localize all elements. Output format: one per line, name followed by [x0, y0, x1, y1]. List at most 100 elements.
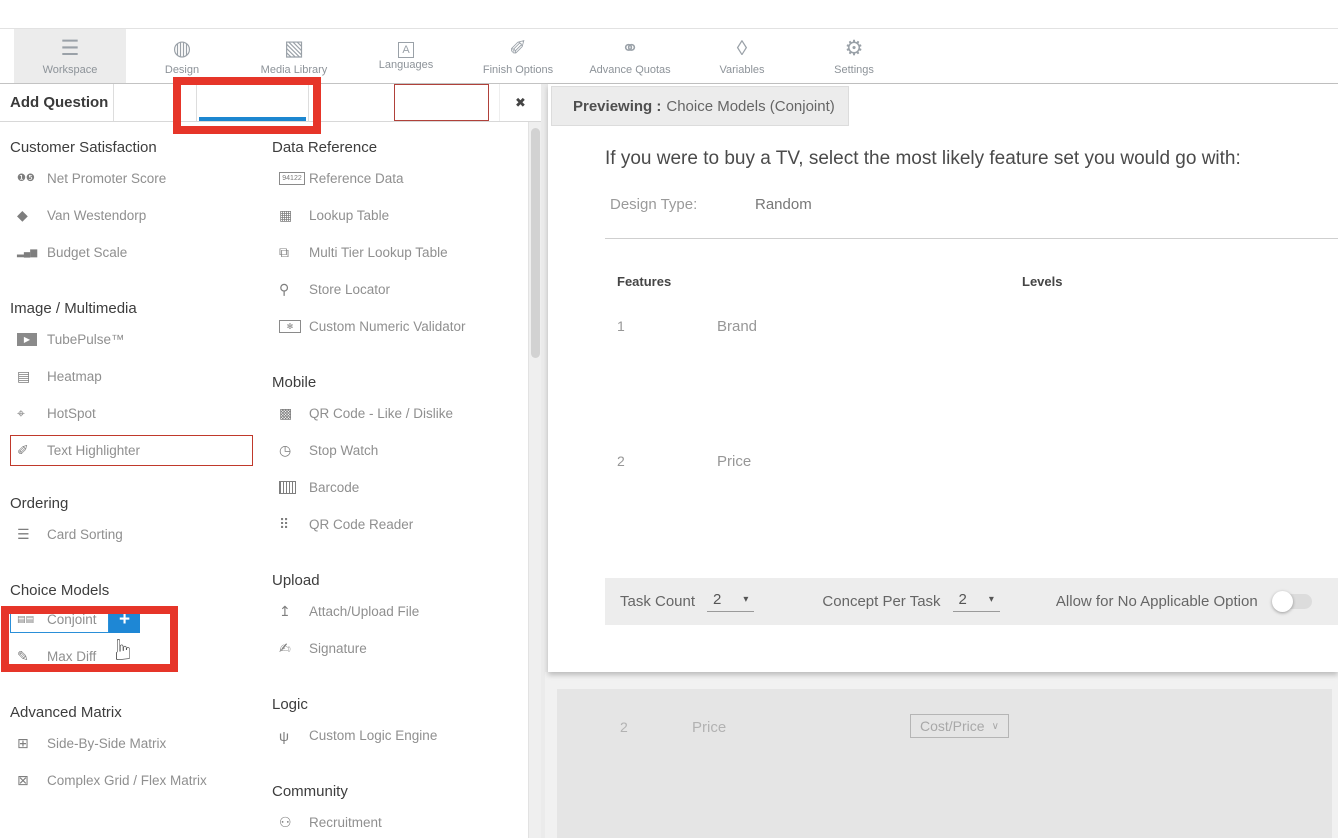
- toolbar-item-design[interactable]: ◍ Design: [126, 29, 238, 83]
- close-icon: ✖: [515, 95, 526, 111]
- previewing-label: Previewing :: [573, 98, 661, 115]
- reference-data-icon: 94122: [279, 172, 305, 185]
- feature-name: Brand: [717, 304, 1022, 439]
- budget-scale-icon: ▂▄▆: [17, 247, 47, 258]
- question-type-section: Customer Satisfaction ❶❺ Net Promoter Sc…: [10, 138, 262, 271]
- toolbar-item-variables[interactable]: ◊ Variables: [686, 29, 798, 83]
- sidebar-item-budget-scale[interactable]: ▂▄▆ Budget Scale +: [10, 234, 262, 271]
- sidebar-item-van-westendorp[interactable]: ◆ Van Westendorp +: [10, 197, 262, 234]
- feature-number: 1: [617, 304, 717, 439]
- conjoint-controls-bar: Task Count 2 ▾ Concept Per Task 2 ▾ Allo…: [605, 578, 1338, 625]
- price-tag-icon: ◆: [17, 207, 47, 224]
- tab-advanced[interactable]: [196, 84, 308, 121]
- numeric-validator-icon: ✻: [279, 320, 301, 333]
- question-type-section: Mobile ▩ QR Code - Like / Dislike ◷ Stop…: [272, 373, 524, 543]
- text-highlighter-icon: ✐: [17, 442, 47, 459]
- sidebar-item-qr-code-like-dislike[interactable]: ▩ QR Code - Like / Dislike: [272, 395, 524, 432]
- add-conjoint-button[interactable]: +: [109, 606, 140, 633]
- sidebar-item-store-locator[interactable]: ⚲ Store Locator: [272, 271, 524, 308]
- sidebar-item-attach-upload-file[interactable]: ↥ Attach/Upload File: [272, 593, 524, 630]
- question-type-section: Community ⚇ Recruitment: [272, 782, 524, 838]
- toolbar-item-languages[interactable]: A Languages: [350, 29, 462, 83]
- question-type-section: Advanced Matrix ⊞ Side-By-Side Matrix + …: [10, 703, 262, 799]
- sidebar-item-tubepulse[interactable]: ▶ TubePulse™ +: [10, 321, 262, 358]
- features-header: Features: [617, 274, 1022, 294]
- maxdiff-icon: ✎: [17, 648, 47, 665]
- toolbar-item-advance-quotas[interactable]: ⚭ Advance Quotas: [574, 29, 686, 83]
- tab-strip: [113, 84, 499, 121]
- table-header: Features Levels: [617, 274, 1338, 294]
- select-arrow-icon: ∨: [992, 721, 999, 732]
- tab-basic[interactable]: [113, 84, 196, 121]
- feature-number: 2: [617, 439, 717, 574]
- sidebar-item-lookup-table[interactable]: ▦ Lookup Table: [272, 197, 524, 234]
- sidebar-item-net-promoter-score[interactable]: ❶❺ Net Promoter Score +: [10, 160, 262, 197]
- table-rows: 1 Brand 2 Price: [617, 304, 1338, 574]
- signature-icon: ✍: [279, 640, 309, 657]
- sbs-matrix-icon: ⊞: [17, 735, 47, 752]
- sidebar-scrollbar[interactable]: [528, 122, 541, 838]
- cost-price-select[interactable]: Cost/Price ∨: [910, 714, 1009, 738]
- concept-per-task-select[interactable]: 2 ▾: [953, 591, 1000, 612]
- tab-library[interactable]: [308, 84, 394, 121]
- sidebar-item-custom-logic-engine[interactable]: ψ Custom Logic Engine: [272, 717, 524, 754]
- divider: [605, 238, 1338, 239]
- languages-icon: A: [398, 42, 414, 58]
- store-locator-icon: ⚲: [279, 281, 309, 298]
- finish-options-icon: ✐: [509, 37, 527, 63]
- section-items: ↥ Attach/Upload File ✍ Signature: [272, 593, 524, 667]
- toolbar-item-media-library[interactable]: ▧ Media Library: [238, 29, 350, 83]
- dimmed-editor-area: 2 Price Cost/Price ∨: [545, 672, 1338, 838]
- question-type-section: Data Reference 94122 Reference Data ▦ Lo…: [272, 138, 524, 345]
- section-heading: Mobile: [272, 373, 524, 393]
- sidebar-item-complex-grid[interactable]: ⊠ Complex Grid / Flex Matrix +: [10, 762, 262, 799]
- tab-canvas[interactable]: [394, 84, 489, 121]
- section-items: ⊞ Side-By-Side Matrix + ⊠ Complex Grid /…: [10, 725, 262, 799]
- no-applicable-toggle[interactable]: [1274, 594, 1312, 609]
- scrollbar-thumb[interactable]: [531, 128, 540, 358]
- section-items: ▩ QR Code - Like / Dislike ◷ Stop Watch …: [272, 395, 524, 543]
- sidebar-item-heatmap[interactable]: ▤ Heatmap +: [10, 358, 262, 395]
- feature-name: Price: [717, 439, 1022, 574]
- question-type-section: Image / Multimedia ▶ TubePulse™ + ▤ Heat…: [10, 299, 262, 466]
- sidebar-item-barcode[interactable]: Barcode: [272, 469, 524, 506]
- section-items: ▤▤ Conjoint + ✎ Max Diff +: [10, 606, 262, 675]
- panel-title: Add Question: [0, 84, 113, 121]
- no-applicable-option-label: Allow for No Applicable Option: [1056, 593, 1258, 610]
- dimmed-feature-name: Price: [692, 705, 910, 838]
- task-count-select[interactable]: 2 ▾: [707, 591, 754, 612]
- hotspot-icon: ⌖: [17, 405, 47, 422]
- sidebar-item-signature[interactable]: ✍ Signature: [272, 630, 524, 667]
- toolbar-item-workspace[interactable]: ☰ Workspace: [14, 29, 126, 83]
- advance-quotas-icon: ⚭: [621, 37, 639, 63]
- sidebar-item-multi-tier-lookup-table[interactable]: ⧉ Multi Tier Lookup Table: [272, 234, 524, 271]
- complex-grid-icon: ⊠: [17, 772, 47, 789]
- section-items: ☰ Card Sorting +: [10, 516, 262, 553]
- conjoint-icon: ▤▤: [17, 614, 47, 625]
- toolbar-item-settings[interactable]: ⚙ Settings: [798, 29, 910, 83]
- sidebar-item-custom-numeric-validator[interactable]: ✻ Custom Numeric Validator: [272, 308, 524, 345]
- preview-card: Previewing : Choice Models (Conjoint) If…: [548, 84, 1338, 672]
- section-heading: Choice Models: [10, 581, 262, 601]
- sidebar-item-recruitment[interactable]: ⚇ Recruitment: [272, 804, 524, 838]
- table-row: 2 Price: [617, 439, 1338, 574]
- section-items: ▶ TubePulse™ + ▤ Heatmap + ⌖ HotSpot +: [10, 321, 262, 466]
- sidebar-item-text-highlighter[interactable]: ✐ Text Highlighter +: [10, 435, 253, 466]
- toggle-knob: [1272, 591, 1293, 612]
- sidebar-item-card-sorting[interactable]: ☰ Card Sorting +: [10, 516, 262, 553]
- sidebar-item-reference-data[interactable]: 94122 Reference Data: [272, 160, 524, 197]
- sidebar-item-qr-code-reader[interactable]: ⠿ QR Code Reader: [272, 506, 524, 543]
- sidebar-item-hotspot[interactable]: ⌖ HotSpot +: [10, 395, 262, 432]
- workspace-icon: ☰: [61, 37, 80, 63]
- sidebar-item-conjoint[interactable]: ▤▤ Conjoint +: [10, 606, 109, 633]
- sidebar-item-max-diff[interactable]: ✎ Max Diff +: [10, 638, 262, 675]
- dropdown-arrow-icon: ▾: [743, 594, 748, 605]
- sidebar-item-side-by-side-matrix[interactable]: ⊞ Side-By-Side Matrix +: [10, 725, 262, 762]
- question-types-column-2: Data Reference 94122 Reference Data ▦ Lo…: [272, 122, 524, 838]
- sidebar-item-stop-watch[interactable]: ◷ Stop Watch: [272, 432, 524, 469]
- toolbar-item-finish-options[interactable]: ✐ Finish Options: [462, 29, 574, 83]
- close-panel-button[interactable]: ✖: [499, 84, 541, 121]
- recruitment-icon: ⚇: [279, 814, 309, 831]
- section-heading: Upload: [272, 571, 524, 591]
- features-table: Features Levels 1 Brand 2 Price: [617, 274, 1338, 574]
